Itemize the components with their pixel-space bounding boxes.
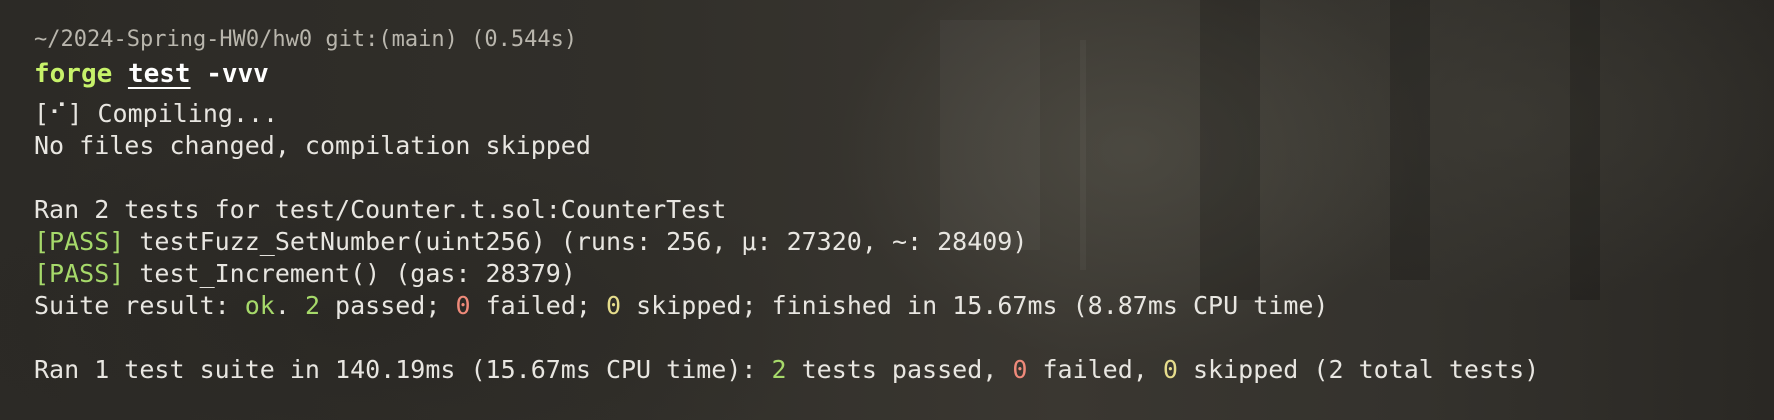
terminal-window[interactable]: ~/2024-Spring-HW0/hw0 git:(main) (0.544s… — [0, 0, 1774, 420]
compile-status: Compiling... — [97, 99, 279, 128]
test-result-line: [PASS] testFuzz_SetNumber(uint256) (runs… — [34, 226, 1754, 258]
test-detail: testFuzz_SetNumber(uint256) (runs: 256, … — [139, 227, 1028, 256]
suite-passed-count: 2 — [304, 291, 320, 320]
summary-failed-label: failed, — [1027, 355, 1163, 384]
summary-failed-count: 0 — [1012, 355, 1028, 384]
pass-badge: [PASS] — [34, 227, 125, 256]
pass-badge: [PASS] — [34, 259, 125, 288]
command-subcommand: test — [127, 59, 191, 89]
summary-passed-label: tests passed, — [786, 355, 1013, 384]
test-detail: test_Increment() (gas: 28379) — [139, 259, 576, 288]
command-flag: -vvv — [206, 59, 269, 89]
suite-failed-count: 0 — [455, 291, 471, 320]
suite-failed-label: failed; — [470, 291, 606, 320]
prompt-path: ~/2024-Spring-HW0/hw0 — [34, 27, 313, 52]
command-program: forge — [34, 59, 113, 89]
suite-result-line: Suite result: ok. 2 passed; 0 failed; 0 … — [34, 290, 1754, 322]
suite-dot: . — [274, 291, 305, 320]
terminal-output[interactable]: ~/2024-Spring-HW0/hw0 git:(main) (0.544s… — [34, 24, 1754, 386]
summary-skipped-count: 0 — [1162, 355, 1178, 384]
suite-ok: ok — [244, 291, 275, 320]
suite-skipped-label: skipped; finished in 15.67ms (8.87ms CPU… — [621, 291, 1329, 320]
test-result-line: [PASS] test_Increment() (gas: 28379) — [34, 258, 1754, 290]
summary-line: Ran 1 test suite in 140.19ms (15.67ms CP… — [34, 354, 1754, 386]
spinner-icon: [⠊] — [34, 99, 83, 128]
compile-message: No files changed, compilation skipped — [34, 131, 591, 160]
prompt-duration: (0.544s) — [471, 27, 578, 52]
prompt-git-branch: git:(main) — [325, 27, 458, 52]
summary-passed-count: 2 — [771, 355, 787, 384]
compile-status-line: [⠊] Compiling... — [34, 98, 1754, 130]
suite-skipped-count: 0 — [606, 291, 622, 320]
summary-prefix: Ran 1 test suite in 140.19ms (15.67ms CP… — [34, 355, 772, 384]
summary-skipped-label: skipped (2 total tests) — [1177, 355, 1540, 384]
suite-passed-label: passed; — [320, 291, 456, 320]
run-header: Ran 2 tests for test/Counter.t.sol:Count… — [34, 195, 727, 224]
command-line: forge test -vvv — [34, 56, 1754, 92]
shell-prompt: ~/2024-Spring-HW0/hw0 git:(main) (0.544s… — [34, 24, 1754, 56]
suite-prefix: Suite result: — [34, 291, 245, 320]
